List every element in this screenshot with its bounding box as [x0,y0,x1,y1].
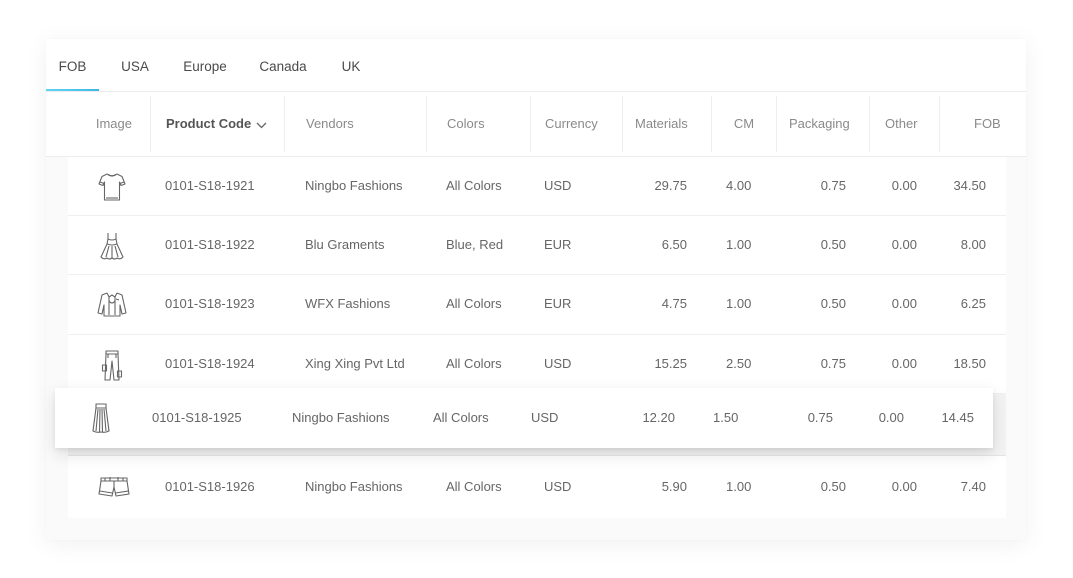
column-header-packaging[interactable]: Packaging [776,96,869,152]
other: 0.00 [891,479,917,494]
tshirt-icon [94,169,130,205]
colors: All Colors [446,296,502,311]
cm: 1.50 [713,410,739,425]
cm: 1.00 [726,296,752,311]
tab-fob[interactable]: FOB [46,39,99,91]
colors: Blue, Red [446,237,504,252]
fob: 8.00 [960,237,986,252]
column-header-colors[interactable]: Colors [426,96,530,152]
currency: USD [544,479,572,494]
materials: 5.90 [661,479,687,494]
packaging: 0.50 [820,296,846,311]
column-header-other[interactable]: Other [869,96,939,152]
packaging: 0.75 [807,410,833,425]
pricing-table-card: FOB USA Europe Canada UK Image Product C… [46,39,1026,540]
column-header-currency[interactable]: Currency [530,96,622,152]
other: 0.00 [891,296,917,311]
other: 0.00 [891,356,917,371]
cm: 4.00 [726,178,752,193]
column-header-fob[interactable]: FOB [939,96,1026,152]
column-header-cm[interactable]: CM [711,96,776,152]
region-tabs: FOB USA Europe Canada UK [46,39,1026,92]
vendor: Xing Xing Pvt Ltd [305,356,405,371]
other: 0.00 [891,237,917,252]
product-code[interactable]: 0101-S18-1925 [152,388,242,448]
tab-europe[interactable]: Europe [181,39,229,91]
tab-usa[interactable]: USA [118,39,152,91]
product-code[interactable]: 0101-S18-1921 [165,157,255,215]
column-header-image: Image [95,116,132,131]
fob: 14.45 [941,410,974,425]
tab-uk[interactable]: UK [339,39,363,91]
packaging: 0.50 [820,237,846,252]
materials: 6.50 [661,237,687,252]
packaging: 0.50 [820,479,846,494]
column-header-vendors[interactable]: Vendors [284,96,426,152]
product-code[interactable]: 0101-S18-1924 [165,335,255,393]
currency: EUR [544,296,572,311]
vendor: Ningbo Fashions [292,410,390,425]
trousers-icon [94,347,130,383]
table-row[interactable]: 0101-S18-1923 WFX Fashions All Colors EU… [68,275,1006,335]
column-header-materials[interactable]: Materials [622,96,711,152]
other: 0.00 [878,410,904,425]
product-code[interactable]: 0101-S18-1923 [165,275,255,333]
cm: 2.50 [726,356,752,371]
table-row[interactable]: 0101-S18-1924 Xing Xing Pvt Ltd All Colo… [68,335,1006,394]
dress-icon [94,228,130,264]
product-code[interactable]: 0101-S18-1922 [165,216,255,274]
fob: 7.40 [960,479,986,494]
table-row[interactable]: 0101-S18-1926 Ningbo Fashions All Colors… [68,456,1006,518]
packaging: 0.75 [820,356,846,371]
vendor: Blu Graments [305,237,385,252]
colors: All Colors [446,356,502,371]
table-body: 0101-S18-1921 Ningbo Fashions All Colors… [68,157,1006,518]
materials: 15.25 [654,356,687,371]
cm: 1.00 [726,237,752,252]
vendor: WFX Fashions [305,296,391,311]
other: 0.00 [891,178,917,193]
colors: All Colors [446,178,502,193]
vendor: Ningbo Fashions [305,178,403,193]
chevron-down-icon[interactable] [256,97,267,153]
shorts-icon [96,469,132,505]
table-header: Image Product Code Vendors Colors Curren… [46,92,1026,157]
dragged-table-row[interactable]: 0101-S18-1925 Ningbo Fashions All Colors… [55,388,993,448]
fob: 6.25 [960,296,986,311]
currency: USD [544,178,572,193]
currency: USD [544,356,572,371]
colors: All Colors [433,410,489,425]
skirt-icon [83,400,119,436]
materials: 29.75 [654,178,687,193]
fob: 34.50 [953,178,986,193]
jacket-icon [94,287,130,323]
table-row[interactable]: 0101-S18-1921 Ningbo Fashions All Colors… [68,157,1006,216]
tab-canada[interactable]: Canada [259,39,307,91]
column-header-product-code-label: Product Code [166,116,252,131]
vendor: Ningbo Fashions [305,479,403,494]
column-header-product-code[interactable]: Product Code [150,96,284,152]
cm: 1.00 [726,479,752,494]
currency: USD [531,410,559,425]
materials: 4.75 [661,296,687,311]
fob: 18.50 [953,356,986,371]
currency: EUR [544,237,572,252]
product-code[interactable]: 0101-S18-1926 [165,456,255,518]
materials: 12.20 [642,410,675,425]
colors: All Colors [446,479,502,494]
table-row[interactable]: 0101-S18-1922 Blu Graments Blue, Red EUR… [68,216,1006,275]
packaging: 0.75 [820,178,846,193]
